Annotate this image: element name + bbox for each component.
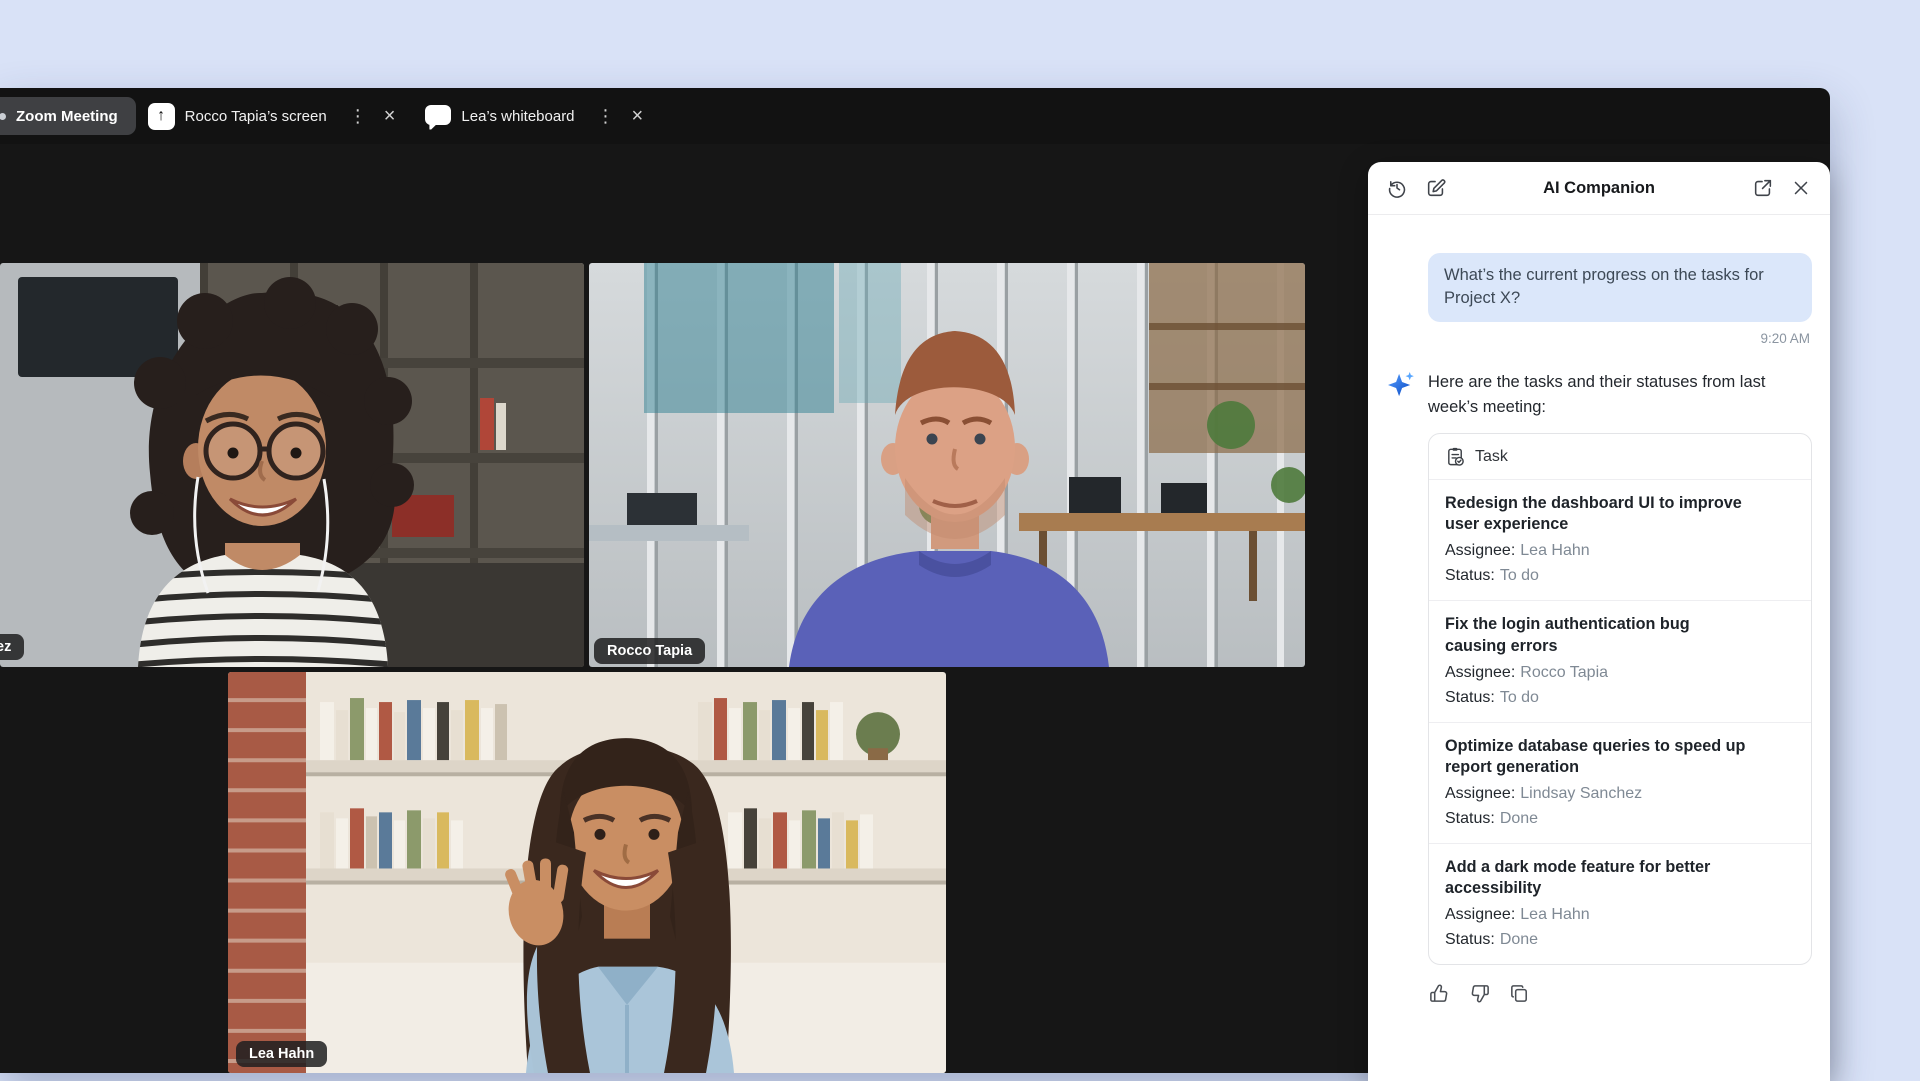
task-assignee: Assignee:Lea Hahn	[1445, 542, 1795, 560]
participant-video-lea[interactable]: Lea Hahn	[228, 672, 946, 1073]
ai-panel-body: What’s the current progress on the tasks…	[1368, 215, 1830, 1005]
tab-whiteboard-overflow-icon[interactable]: ⋮	[597, 107, 615, 125]
participant-name-label: Lea Hahn	[236, 1041, 327, 1068]
task-card: Task Redesign the dashboard UI to improv…	[1428, 433, 1812, 965]
tab-rocco-close-icon[interactable]: ×	[384, 106, 396, 126]
tab-zoom-meeting[interactable]: Zoom Meeting	[0, 97, 136, 135]
copy-icon[interactable]	[1508, 982, 1531, 1005]
user-message-bubble: What’s the current progress on the tasks…	[1428, 253, 1812, 322]
task-title: Redesign the dashboard UI to improve use…	[1445, 493, 1753, 535]
history-icon[interactable]	[1386, 177, 1408, 199]
task-title: Fix the login authentication bug causing…	[1445, 614, 1753, 656]
tab-rocco-screen[interactable]: ↑ Rocco Tapia’s screen	[148, 103, 327, 130]
tab-rocco-overflow-icon[interactable]: ⋮	[349, 107, 367, 125]
tab-lea-whiteboard[interactable]: Lea’s whiteboard	[425, 102, 574, 131]
task-clipboard-icon	[1445, 446, 1466, 467]
message-timestamp: 9:20 AM	[1388, 331, 1810, 346]
thumbs-up-icon[interactable]	[1428, 982, 1451, 1005]
response-feedback-bar	[1428, 982, 1812, 1005]
task-card-title: Task	[1475, 448, 1508, 466]
pop-out-icon[interactable]	[1752, 177, 1774, 199]
lindsay-video-illustration	[0, 263, 584, 667]
lea-video-illustration	[228, 672, 946, 1073]
ai-response-text: Here are the tasks and their statuses fr…	[1428, 370, 1790, 420]
meeting-dot-icon	[0, 113, 6, 120]
task-assignee: Assignee:Rocco Tapia	[1445, 664, 1795, 682]
ai-companion-panel: AI Companion What’s the current progress	[1368, 162, 1830, 1081]
participant-video-lindsay[interactable]: ez	[0, 263, 584, 667]
tab-label: Zoom Meeting	[16, 108, 118, 125]
meeting-tab-bar: Zoom Meeting ↑ Rocco Tapia’s screen ⋮ × …	[0, 88, 1830, 144]
task-assignee: Assignee:Lea Hahn	[1445, 906, 1795, 924]
user-message-row: What’s the current progress on the tasks…	[1388, 253, 1812, 322]
ai-panel-header: AI Companion	[1368, 162, 1830, 215]
task-title: Add a dark mode feature for better acces…	[1445, 857, 1753, 899]
ai-response-row: Here are the tasks and their statuses fr…	[1388, 370, 1812, 420]
tab-whiteboard-close-icon[interactable]: ×	[632, 106, 644, 126]
whiteboard-icon	[425, 105, 451, 125]
tab-label: Rocco Tapia’s screen	[185, 108, 327, 125]
task-title: Optimize database queries to speed up re…	[1445, 736, 1753, 778]
share-screen-icon: ↑	[148, 103, 175, 130]
task-item: Redesign the dashboard UI to improve use…	[1429, 480, 1811, 601]
task-item: Add a dark mode feature for better acces…	[1429, 844, 1811, 964]
close-icon[interactable]	[1790, 177, 1812, 199]
rocco-video-illustration	[589, 263, 1305, 667]
participant-name-label: ez	[0, 634, 24, 661]
participant-name-label: Rocco Tapia	[594, 638, 705, 665]
tab-label: Lea’s whiteboard	[461, 108, 574, 125]
participant-video-rocco[interactable]: Rocco Tapia	[589, 263, 1305, 667]
task-item: Optimize database queries to speed up re…	[1429, 723, 1811, 844]
ai-companion-sparkle-icon	[1388, 371, 1415, 398]
task-status: Status:To do	[1445, 689, 1795, 707]
task-item: Fix the login authentication bug causing…	[1429, 601, 1811, 722]
task-status: Status:To do	[1445, 567, 1795, 585]
task-assignee: Assignee:Lindsay Sanchez	[1445, 785, 1795, 803]
task-card-header: Task	[1429, 434, 1811, 480]
thumbs-down-icon[interactable]	[1468, 982, 1491, 1005]
task-status: Status:Done	[1445, 931, 1795, 949]
task-status: Status:Done	[1445, 810, 1795, 828]
new-chat-icon[interactable]	[1425, 177, 1447, 199]
